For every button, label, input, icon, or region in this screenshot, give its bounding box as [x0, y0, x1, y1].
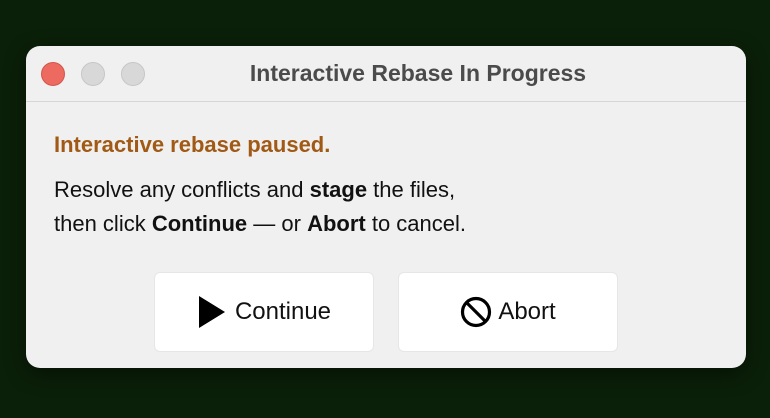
message-text: — or — [247, 211, 308, 236]
title-bar: Interactive Rebase In Progress — [26, 46, 746, 102]
message-text: the files, — [367, 177, 456, 202]
message-text: then click — [54, 211, 152, 236]
rebase-dialog: Interactive Rebase In Progress Interacti… — [26, 46, 746, 368]
dialog-heading: Interactive rebase paused. — [54, 132, 331, 157]
message-line-2: then click Continue — or Abort to cancel… — [54, 207, 726, 241]
message-bold-abort: Abort — [307, 211, 366, 236]
message-text: Resolve any conflicts and — [54, 177, 310, 202]
message-text: to cancel. — [365, 211, 466, 236]
abort-button[interactable]: Abort — [398, 272, 618, 352]
message-bold-continue: Continue — [151, 211, 248, 236]
continue-button[interactable]: Continue — [154, 272, 374, 352]
play-icon — [197, 296, 227, 328]
continue-button-label: Continue — [234, 298, 332, 325]
message-line-1: Resolve any conflicts and stage the file… — [54, 173, 726, 207]
dialog-content: Interactive rebase paused. Resolve any c… — [54, 130, 726, 241]
dialog-message: Resolve any conflicts and stage the file… — [54, 173, 726, 241]
abort-button-label: Abort — [498, 298, 556, 325]
window-title: Interactive Rebase In Progress — [249, 60, 587, 86]
prohibited-icon — [460, 296, 492, 328]
message-bold-stage: stage — [309, 177, 368, 202]
